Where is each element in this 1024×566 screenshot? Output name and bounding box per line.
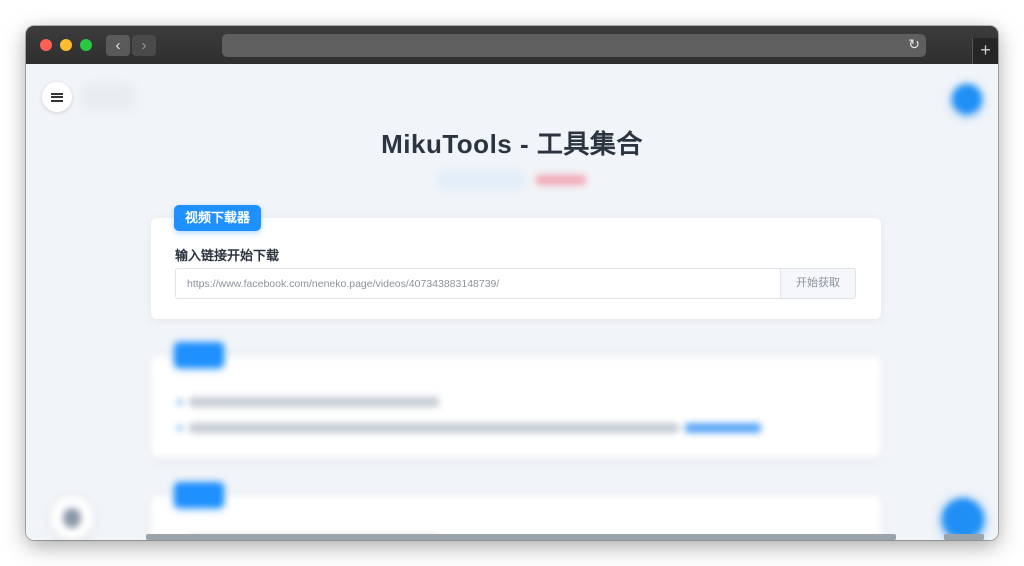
subnav-pill[interactable] — [436, 170, 526, 190]
chevron-right-icon: › — [141, 37, 147, 54]
new-tab-button[interactable]: + — [972, 38, 998, 64]
bullet-dot — [177, 425, 183, 431]
blurred-line — [189, 397, 439, 407]
reload-icon[interactable]: ↻ — [908, 36, 920, 53]
browser-titlebar: ‹ › ↻ + — [26, 26, 998, 64]
blurred-link[interactable] — [685, 423, 761, 433]
browser-window: ‹ › ↻ + MikuTools - 工具集合 输入链接开始下载 开始获取 视… — [26, 26, 998, 540]
minimize-window-button[interactable] — [60, 39, 72, 51]
close-window-button[interactable] — [40, 39, 52, 51]
menu-icon — [51, 92, 63, 102]
back-button[interactable]: ‹ — [106, 35, 130, 56]
menu-tag-blurred — [82, 84, 134, 110]
subnav-blurred — [436, 170, 586, 190]
blurred-badge-2 — [174, 482, 224, 508]
maximize-window-button[interactable] — [80, 39, 92, 51]
address-bar[interactable]: ↻ — [222, 34, 926, 57]
video-url-input[interactable] — [175, 268, 781, 299]
downloader-heading: 输入链接开始下载 — [175, 248, 280, 263]
plus-icon: + — [980, 40, 991, 60]
blurred-card-1 — [151, 357, 881, 457]
page-viewport: MikuTools - 工具集合 输入链接开始下载 开始获取 视频下载器 — [26, 64, 998, 540]
bullet-dot — [177, 399, 183, 405]
forward-button[interactable]: › — [132, 35, 156, 56]
top-right-action-button[interactable] — [952, 84, 982, 114]
bottom-left-avatar-button[interactable] — [50, 496, 94, 540]
downloader-badge: 视频下载器 — [174, 205, 262, 231]
menu-button[interactable] — [42, 82, 72, 112]
horizontal-scrollbar[interactable] — [146, 534, 896, 540]
blurred-line — [189, 423, 679, 433]
downloader-card: 输入链接开始下载 开始获取 — [151, 218, 881, 319]
subnav-red-link[interactable] — [536, 175, 586, 185]
chevron-left-icon: ‹ — [115, 37, 121, 54]
fetch-button[interactable]: 开始获取 — [780, 268, 856, 299]
horizontal-scrollbar-end[interactable] — [944, 534, 984, 540]
page-title: MikuTools - 工具集合 — [381, 129, 643, 159]
blurred-badge-1 — [174, 342, 224, 368]
